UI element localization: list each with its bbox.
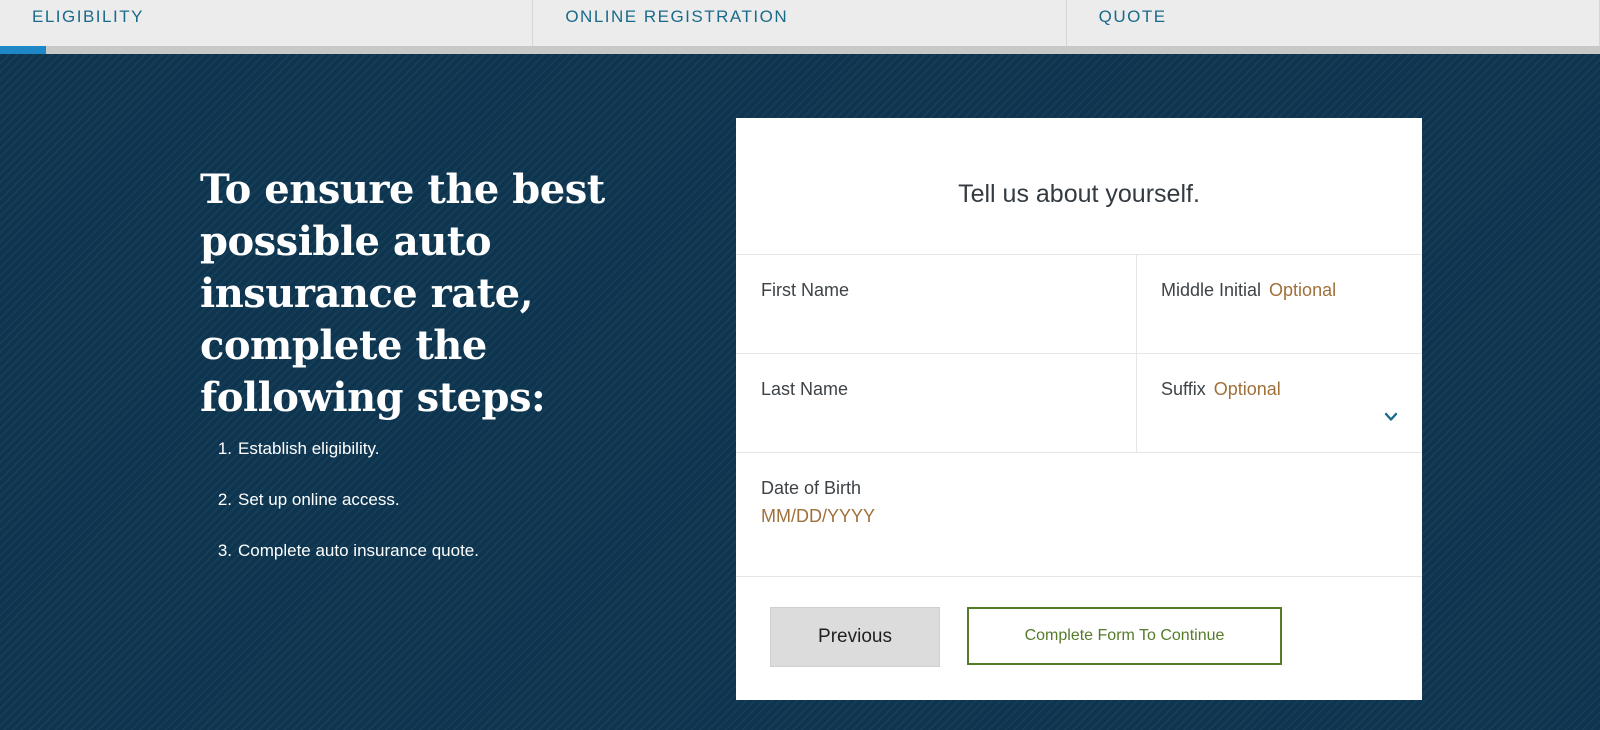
date-of-birth-label: Date of Birth	[761, 478, 862, 498]
personal-info-form: Tell us about yourself. First Name Middl…	[736, 118, 1422, 700]
tab-online-registration[interactable]: ONLINE REGISTRATION	[533, 0, 1067, 46]
step-item: 3. Complete auto insurance quote.	[208, 541, 479, 592]
tab-online-registration-label: ONLINE REGISTRATION	[565, 7, 789, 26]
tab-eligibility-label: ELIGIBILITY	[32, 7, 144, 26]
suffix-label: Suffix Optional	[1161, 379, 1281, 400]
optional-tag: Optional	[1269, 280, 1337, 300]
previous-button[interactable]: Previous	[770, 607, 940, 667]
progress-bar-fill	[0, 46, 47, 54]
form-title: Tell us about yourself.	[958, 180, 1200, 208]
hero-section: To ensure the best possible auto insuran…	[0, 54, 1600, 730]
middle-initial-field: Middle Initial Optional	[1136, 254, 1422, 353]
optional-tag: Optional	[1213, 379, 1281, 399]
page-headline: To ensure the best possible auto insuran…	[200, 166, 605, 421]
first-name-input[interactable]	[761, 305, 1111, 331]
progress-tabs: ELIGIBILITY ONLINE REGISTRATION QUOTE	[0, 0, 1600, 54]
suffix-select[interactable]	[1161, 404, 1397, 430]
form-actions: Previous Complete Form To Continue	[736, 576, 1422, 701]
date-of-birth-field: Date of Birth	[736, 452, 1422, 576]
last-name-label: Last Name	[761, 379, 849, 399]
first-name-label: First Name	[761, 280, 850, 300]
step-text: Set up online access.	[238, 490, 400, 509]
middle-initial-label-text: Middle Initial	[1161, 280, 1262, 300]
step-item: 2. Set up online access.	[208, 490, 479, 541]
tab-quote[interactable]: QUOTE	[1067, 0, 1600, 46]
step-number: 1.	[217, 439, 232, 458]
middle-initial-label: Middle Initial Optional	[1161, 280, 1336, 301]
complete-form-button[interactable]: Complete Form To Continue	[967, 607, 1282, 665]
tab-eligibility[interactable]: ELIGIBILITY	[0, 0, 534, 46]
date-of-birth-input[interactable]	[761, 503, 1061, 529]
middle-initial-input[interactable]	[1161, 305, 1397, 331]
suffix-field[interactable]: Suffix Optional	[1136, 353, 1422, 452]
first-name-field: First Name	[736, 254, 1136, 353]
steps-list: 1. Establish eligibility. 2. Set up online…	[208, 439, 479, 592]
step-item: 1. Establish eligibility.	[208, 439, 479, 490]
step-text: Establish eligibility.	[238, 439, 380, 458]
tab-quote-label: QUOTE	[1098, 7, 1167, 26]
last-name-field: Last Name	[736, 353, 1136, 452]
last-name-input[interactable]	[761, 404, 1111, 430]
step-number: 2.	[217, 490, 232, 509]
chevron-down-icon[interactable]	[1384, 410, 1398, 424]
step-text: Complete auto insurance quote.	[238, 541, 479, 560]
column-divider	[1136, 254, 1137, 452]
suffix-label-text: Suffix	[1161, 379, 1206, 399]
step-number: 3.	[217, 541, 232, 560]
progress-bar	[0, 46, 1600, 54]
